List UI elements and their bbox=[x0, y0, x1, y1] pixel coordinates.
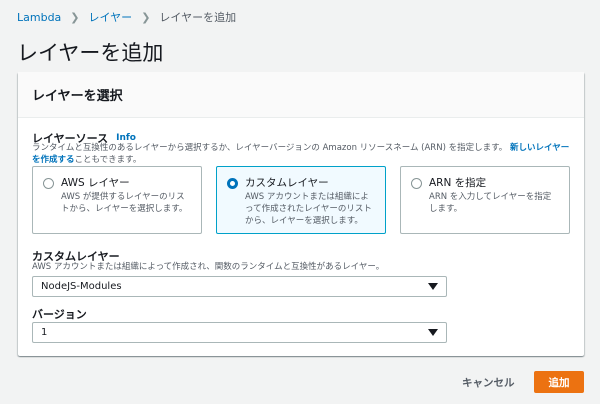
option-title: AWS レイヤー bbox=[61, 177, 130, 189]
option-description: AWS が提供するレイヤーのリストから、レイヤーを選択します。 bbox=[61, 192, 188, 214]
custom-layer-description: AWS アカウントまたは組織によって作成され、関数のランタイムと互換性があるレイ… bbox=[32, 262, 385, 272]
option-title: カスタムレイヤー bbox=[245, 177, 329, 189]
option-description: AWS アカウントまたは組織によって作成されたレイヤーのリストから、レイヤーを選… bbox=[245, 192, 372, 226]
version-select[interactable]: 1 bbox=[32, 322, 447, 343]
radio-aws-layers[interactable] bbox=[43, 178, 54, 189]
panel-header: レイヤーを選択 bbox=[18, 72, 584, 118]
version-value: 1 bbox=[41, 327, 48, 338]
custom-layer-value: NodeJS-Modules bbox=[41, 281, 122, 292]
breadcrumb: Lambda ❯ レイヤー ❯ レイヤーを追加 bbox=[17, 9, 236, 25]
version-label-row: バージョン bbox=[32, 306, 87, 322]
layer-source-description: ランタイムと互換性のあるレイヤーから選択するか、レイヤーバージョンの Amazo… bbox=[32, 142, 572, 166]
option-custom-layers[interactable]: カスタムレイヤー AWS アカウントまたは組織によって作成されたレイヤーのリスト… bbox=[216, 166, 386, 234]
panel-title: レイヤーを選択 bbox=[32, 89, 123, 104]
chevron-right-icon: ❯ bbox=[70, 10, 80, 24]
chevron-right-icon: ❯ bbox=[141, 10, 151, 24]
option-description: ARN を入力してレイヤーを指定します。 bbox=[429, 192, 552, 214]
breadcrumb-lambda[interactable]: Lambda bbox=[17, 11, 61, 24]
choose-layer-panel: レイヤーを選択 レイヤーソース Info ランタイムと互換性のあるレイヤーから選… bbox=[18, 72, 584, 356]
description-text: ランタイムと互換性のあるレイヤーから選択するか、レイヤーバージョンの Amazo… bbox=[32, 143, 508, 153]
breadcrumb-layers[interactable]: レイヤー bbox=[89, 9, 133, 25]
custom-layer-select[interactable]: NodeJS-Modules bbox=[32, 276, 447, 297]
page-title: レイヤーを追加 bbox=[17, 41, 164, 65]
version-label: バージョン bbox=[32, 308, 87, 321]
description-suffix: こともできます。 bbox=[74, 155, 142, 165]
option-title: ARN を指定 bbox=[429, 177, 487, 189]
radio-custom-layers[interactable] bbox=[227, 178, 238, 189]
option-specify-arn[interactable]: ARN を指定 ARN を入力してレイヤーを指定します。 bbox=[400, 166, 570, 234]
radio-specify-arn[interactable] bbox=[411, 178, 422, 189]
option-aws-layers[interactable]: AWS レイヤー AWS が提供するレイヤーのリストから、レイヤーを選択します。 bbox=[32, 166, 202, 234]
add-button[interactable]: 追加 bbox=[534, 371, 584, 393]
layer-source-options: AWS レイヤー AWS が提供するレイヤーのリストから、レイヤーを選択します。… bbox=[32, 166, 570, 234]
caret-down-icon bbox=[428, 283, 438, 290]
cancel-button[interactable]: キャンセル bbox=[450, 370, 527, 394]
breadcrumb-current: レイヤーを追加 bbox=[159, 11, 237, 24]
caret-down-icon bbox=[428, 329, 438, 336]
